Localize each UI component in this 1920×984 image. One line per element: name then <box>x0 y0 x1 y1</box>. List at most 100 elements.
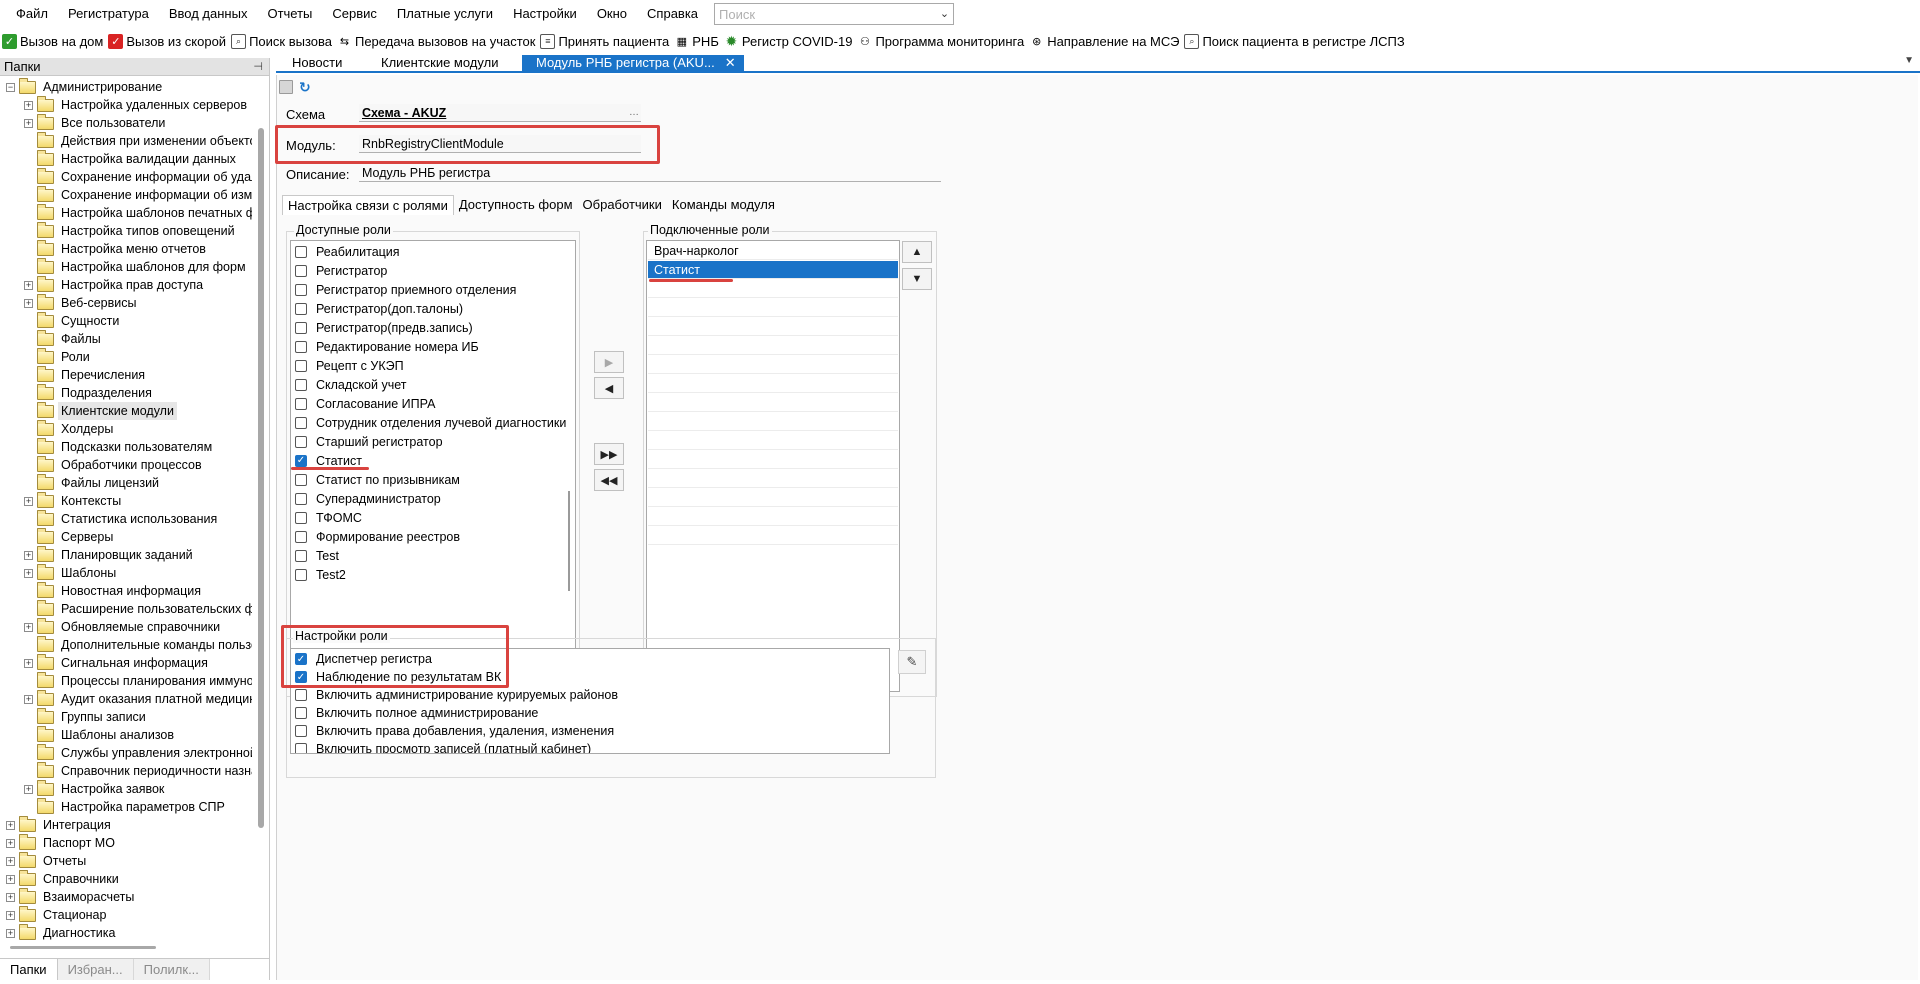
role-checkbox[interactable] <box>295 359 307 372</box>
menu-settings[interactable]: Настройки <box>503 0 587 28</box>
role-checkbox[interactable] <box>295 568 307 581</box>
move-all-right-button[interactable]: ▶▶ <box>594 443 624 465</box>
move-left-button[interactable]: ◀ <box>594 377 624 399</box>
menu-data-entry[interactable]: Ввод данных <box>159 0 258 28</box>
tab-forms-availability[interactable]: Доступность форм <box>454 195 578 215</box>
tree-item[interactable]: Статистика использования <box>0 510 250 528</box>
tree-item[interactable]: Подразделения <box>0 384 250 402</box>
tree-item[interactable]: Холдеры <box>0 420 250 438</box>
lspz-search-button[interactable]: ⌕ Поиск пациента в регистре ЛСПЗ <box>1182 30 1407 52</box>
tree-item[interactable]: + Настройка прав доступа <box>0 276 250 294</box>
tree-item[interactable]: Шаблоны анализов <box>0 726 250 744</box>
role-checkbox[interactable] <box>295 283 307 296</box>
tree-item[interactable]: + Аудит оказания платной медицин <box>0 690 252 708</box>
available-role-item[interactable]: Test <box>295 546 339 565</box>
expand-icon[interactable]: + <box>24 551 33 560</box>
tree-vertical-scrollbar[interactable] <box>258 128 264 828</box>
move-up-button[interactable]: ▲ <box>902 241 932 263</box>
available-role-item[interactable]: Регистратор приемного отделения <box>295 280 516 299</box>
tree-item[interactable]: + Настройка заявок <box>0 780 250 798</box>
role-checkbox[interactable] <box>295 378 307 391</box>
tree-item[interactable]: + Настройка удаленных серверов <box>0 96 250 114</box>
setting-checkbox[interactable] <box>295 707 307 719</box>
available-role-item[interactable]: Test2 <box>295 565 346 584</box>
menu-reports[interactable]: Отчеты <box>257 0 322 28</box>
tree-item[interactable]: Обработчики процессов <box>0 456 250 474</box>
pin-icon[interactable]: ⊣ <box>253 60 263 73</box>
tree-item[interactable]: Настройка меню отчетов <box>0 240 250 258</box>
menu-window[interactable]: Окно <box>587 0 637 28</box>
tree-item[interactable]: + Диагностика <box>0 924 250 942</box>
search-call-button[interactable]: ⌕ Поиск вызова <box>229 30 335 52</box>
expand-icon[interactable]: + <box>6 857 15 866</box>
tree-item[interactable]: Настройка параметров СПР <box>0 798 250 816</box>
tree-item[interactable]: + Интеграция <box>0 816 250 834</box>
chevron-down-icon[interactable]: ⌄ <box>940 7 949 20</box>
tab-roles-binding[interactable]: Настройка связи с ролями <box>282 195 454 215</box>
search-combo[interactable]: ⌄ <box>714 3 955 25</box>
tree-item[interactable]: + Все пользователи <box>0 114 250 132</box>
menu-registry[interactable]: Регистратура <box>58 0 159 28</box>
available-role-item[interactable]: Регистратор(предв.запись) <box>295 318 473 337</box>
covid-registry-button[interactable]: ✹ Регистр COVID-19 <box>722 30 856 52</box>
transfer-calls-button[interactable]: ⇆ Передача вызовов на участок <box>335 30 538 52</box>
tree-item[interactable]: − Администрирование <box>0 78 250 96</box>
description-field[interactable]: Модуль РНБ регистра <box>359 164 941 182</box>
available-role-item[interactable]: Сотрудник отделения лучевой диагностики <box>295 413 566 432</box>
role-setting-item[interactable]: Включить администрирование курируемых ра… <box>295 686 618 704</box>
expand-icon[interactable]: + <box>24 281 33 290</box>
role-checkbox[interactable] <box>295 492 307 505</box>
tree-item[interactable]: Новостная информация <box>0 582 250 600</box>
role-checkbox[interactable] <box>295 264 307 277</box>
tabs-dropdown-icon[interactable]: ▼ <box>1904 55 1914 66</box>
mse-referral-button[interactable]: ⊛ Направление на МСЭ <box>1027 30 1182 52</box>
monitoring-program-button[interactable]: ⚇ Программа мониторинга <box>855 30 1027 52</box>
expand-icon[interactable]: + <box>24 659 33 668</box>
role-checkbox[interactable] <box>295 245 307 258</box>
menu-service[interactable]: Сервис <box>322 0 387 28</box>
tree-item[interactable]: Подсказки пользователям <box>0 438 250 456</box>
tree-item[interactable]: Дополнительные команды пользо <box>0 636 252 654</box>
tree-item[interactable]: Действия при изменении объекто <box>0 132 252 150</box>
role-setting-item[interactable]: Включить просмотр записей (платный кабин… <box>295 740 591 753</box>
role-checkbox[interactable] <box>295 321 307 334</box>
tab-folders[interactable]: Папки <box>0 959 58 980</box>
expand-icon[interactable]: + <box>6 929 15 938</box>
role-checkbox[interactable] <box>295 302 307 315</box>
tree-item[interactable]: Расширение пользовательских фо <box>0 600 252 618</box>
setting-checkbox[interactable] <box>295 689 307 701</box>
expand-icon[interactable]: + <box>24 695 33 704</box>
expand-icon[interactable]: + <box>24 569 33 578</box>
tab-rnb-module[interactable]: Модуль РНБ регистра (AKU... ✕ <box>522 55 744 71</box>
available-role-item[interactable]: Старший регистратор <box>295 432 443 451</box>
role-checkbox[interactable]: ✓ <box>295 454 307 467</box>
available-roles-vscrollbar[interactable] <box>568 491 570 591</box>
available-role-item[interactable]: Складской учет <box>295 375 406 394</box>
available-role-item[interactable]: Реабилитация <box>295 242 400 261</box>
tree-item[interactable]: + Стационар <box>0 906 250 924</box>
tree-item[interactable]: + Взаиморасчеты <box>0 888 250 906</box>
tree-item[interactable]: Перечисления <box>0 366 250 384</box>
tab-favorites[interactable]: Избран... <box>57 959 134 980</box>
connected-role-item[interactable]: Врач-нарколог <box>648 242 898 260</box>
menu-file[interactable]: Файл <box>0 0 58 28</box>
tree-item[interactable]: Справочник периодичности назна <box>0 762 252 780</box>
accept-patient-button[interactable]: ≡ Принять пациента <box>538 30 672 52</box>
setting-checkbox[interactable] <box>295 725 307 737</box>
role-checkbox[interactable] <box>295 435 307 448</box>
menu-help[interactable]: Справка <box>637 0 708 28</box>
role-checkbox[interactable] <box>295 416 307 429</box>
tree-item[interactable]: + Сигнальная информация <box>0 654 250 672</box>
move-right-button[interactable]: ▶ <box>594 351 624 373</box>
schema-field[interactable]: Схема - AKUZ … <box>359 104 641 122</box>
expand-icon[interactable]: + <box>24 497 33 506</box>
role-setting-item[interactable]: Включить полное администрирование <box>295 704 538 722</box>
expand-icon[interactable]: + <box>6 911 15 920</box>
close-icon[interactable]: ✕ <box>725 55 736 71</box>
move-all-left-button[interactable]: ◀◀ <box>594 469 624 491</box>
tree-item[interactable]: + Обновляемые справочники <box>0 618 250 636</box>
tree-item[interactable]: + Веб-сервисы <box>0 294 250 312</box>
tree-item[interactable]: Клиентские модули <box>0 402 250 420</box>
tree-item[interactable]: Сущности <box>0 312 250 330</box>
tree-item[interactable]: Сохранение информации об изме <box>0 186 252 204</box>
